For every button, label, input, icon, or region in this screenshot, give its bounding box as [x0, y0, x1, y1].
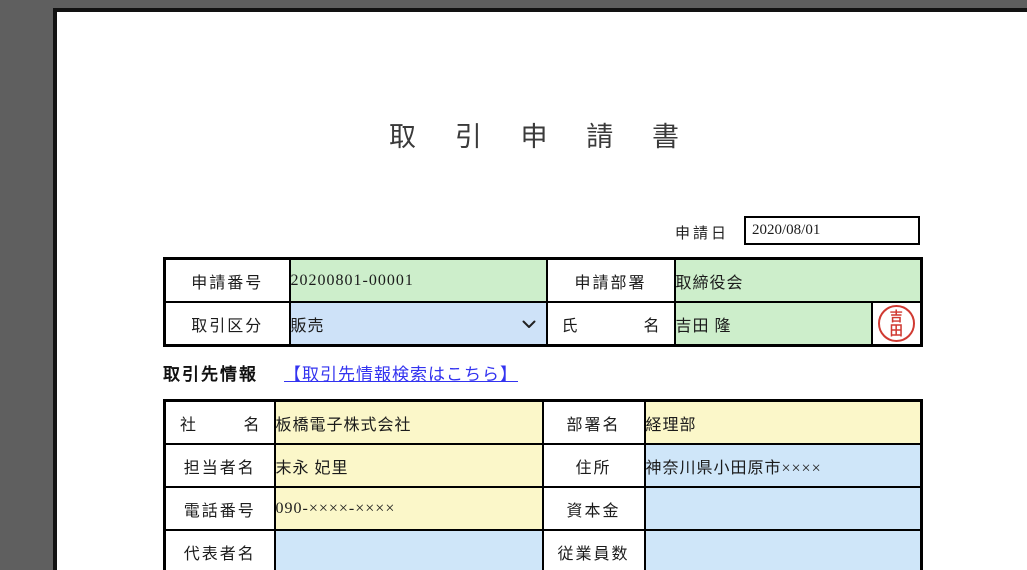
representative-name-field[interactable]	[273, 529, 544, 570]
hanko-stamp-icon: 吉 田	[877, 305, 915, 342]
applicant-table: 申請番号 20200801-00001 申請部署 取締役会 取引区分 販売 氏名…	[163, 257, 924, 347]
employee-count-field[interactable]	[643, 529, 923, 570]
application-date-value: 2020/08/01	[752, 222, 821, 238]
table-row: 取引区分 販売 氏名 吉田 隆 吉 田	[163, 301, 923, 347]
partner-search-link[interactable]: 【取引先情報検索はこちら】	[284, 365, 518, 384]
phone-number-field[interactable]: 090-××××-××××	[273, 486, 544, 531]
application-date-input[interactable]: 2020/08/01	[744, 216, 920, 245]
page-title: 取 引 申 請 書	[389, 122, 695, 152]
transaction-category-select[interactable]: 販売	[288, 301, 548, 347]
application-number-field[interactable]: 20200801-00001	[288, 257, 548, 303]
department-name-label: 部署名	[541, 399, 646, 445]
table-row: 電話番号 090-××××-×××× 資本金	[163, 486, 923, 531]
table-row: 申請番号 20200801-00001 申請部署 取締役会	[163, 257, 923, 303]
company-name-label: 社名	[163, 399, 276, 445]
employee-count-label: 従業員数	[541, 529, 646, 570]
application-number-label: 申請番号	[163, 257, 291, 303]
partner-info-header: 取引先情報 【取引先情報検索はこちら】	[163, 360, 518, 385]
chevron-down-icon	[522, 320, 536, 329]
application-date-label: 申請日	[675, 226, 730, 242]
address-field[interactable]: 神奈川県小田原市××××	[643, 443, 923, 488]
capital-label: 資本金	[541, 486, 646, 531]
document-page: 取 引 申 請 書 申請日 2020/08/01 申請番号 20200801-0…	[53, 8, 1027, 570]
partner-info-heading: 取引先情報	[163, 365, 258, 384]
table-row: 社名 板橋電子株式会社 部署名 経理部	[163, 399, 923, 445]
hanko-char-bottom: 田	[889, 322, 903, 338]
representative-name-label: 代表者名	[163, 529, 276, 570]
department-name-field[interactable]: 経理部	[643, 399, 923, 445]
address-label: 住所	[541, 443, 646, 488]
contact-name-label: 担当者名	[163, 443, 276, 488]
transaction-category-value: 販売	[290, 317, 325, 335]
capital-field[interactable]	[643, 486, 923, 531]
application-department-label: 申請部署	[545, 257, 676, 303]
table-row: 担当者名 末永 妃里 住所 神奈川県小田原市××××	[163, 443, 923, 488]
stamp-cell: 吉 田	[870, 301, 923, 347]
company-name-field[interactable]: 板橋電子株式会社	[273, 399, 544, 445]
applicant-name-field[interactable]: 吉田 隆	[673, 301, 873, 347]
application-department-field[interactable]: 取締役会	[673, 257, 923, 303]
transaction-category-label: 取引区分	[163, 301, 291, 347]
hanko-char-top: 吉	[889, 308, 903, 324]
phone-number-label: 電話番号	[163, 486, 276, 531]
applicant-name-label: 氏名	[545, 301, 676, 347]
table-row: 代表者名 従業員数	[163, 529, 923, 570]
contact-name-field[interactable]: 末永 妃里	[273, 443, 544, 488]
partner-table: 社名 板橋電子株式会社 部署名 経理部 担当者名 末永 妃里 住所 神奈川県小田…	[163, 399, 923, 570]
